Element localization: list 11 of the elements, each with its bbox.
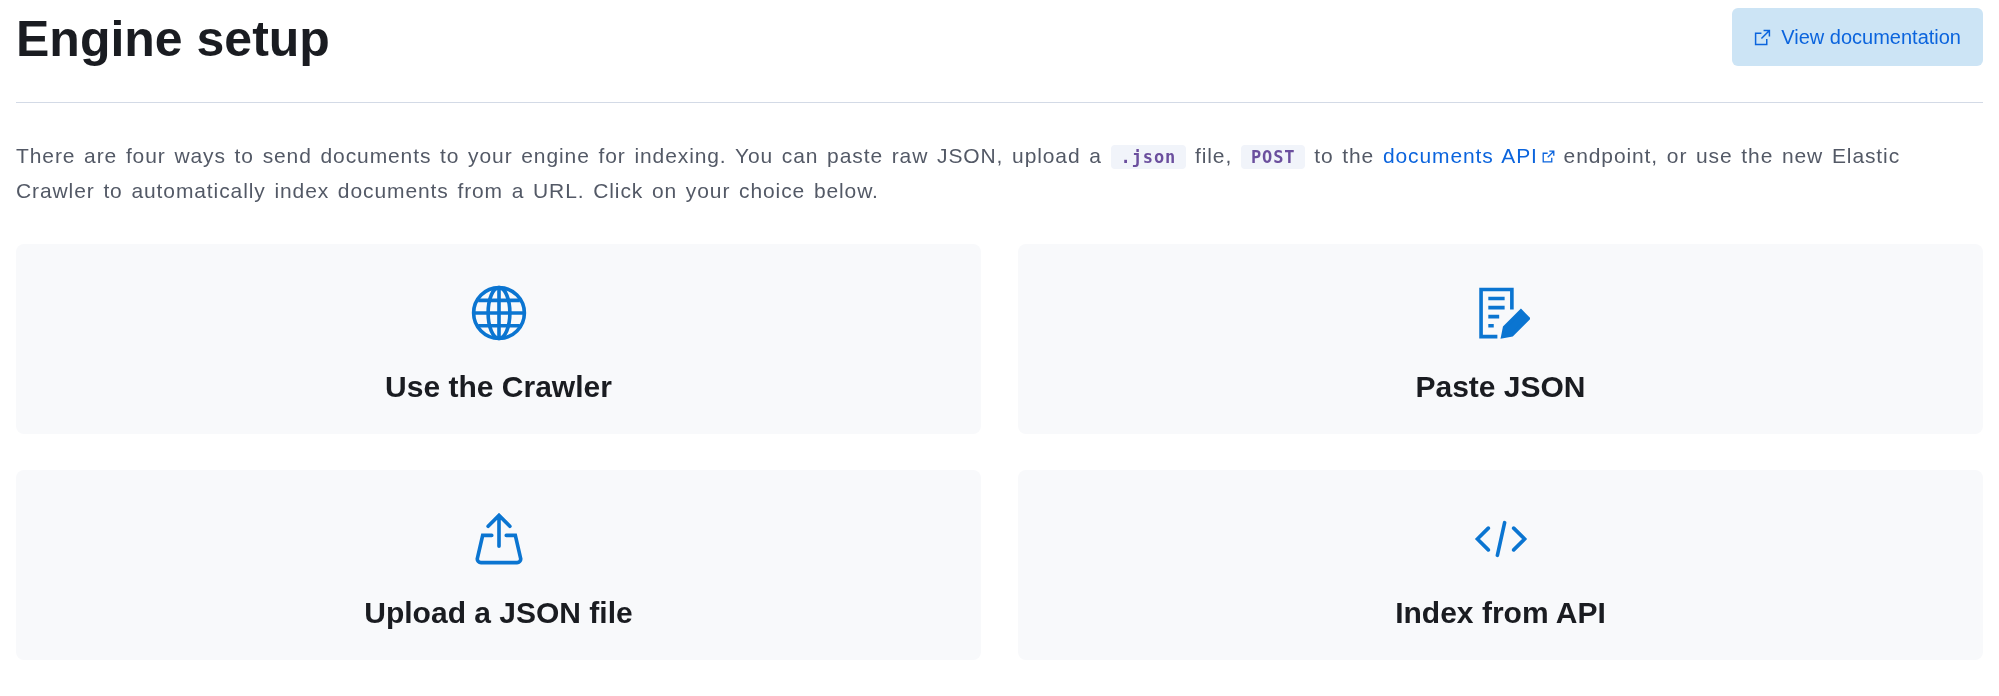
view-documentation-button[interactable]: View documentation bbox=[1732, 8, 1983, 66]
external-link-icon bbox=[1541, 150, 1555, 163]
external-link-icon bbox=[1754, 28, 1772, 46]
page-title: Engine setup bbox=[16, 10, 330, 68]
option-card[interactable]: Index from API bbox=[1018, 470, 1983, 660]
option-card[interactable]: Use the Crawler bbox=[16, 244, 981, 434]
option-card[interactable]: Upload a JSON file bbox=[16, 470, 981, 660]
documents-api-link[interactable]: documents API bbox=[1382, 144, 1555, 167]
option-card[interactable]: Paste JSON bbox=[1018, 244, 1983, 434]
description-text: There are four ways to send documents to your engine for indexing. You can paste raw JSON, upload a .json file, POST to the documents API endpoint, or use the new Elastic Crawler to automatically index documents from a URL. Click on your choice below. bbox=[16, 143, 1902, 204]
globe-icon bbox=[469, 283, 528, 342]
